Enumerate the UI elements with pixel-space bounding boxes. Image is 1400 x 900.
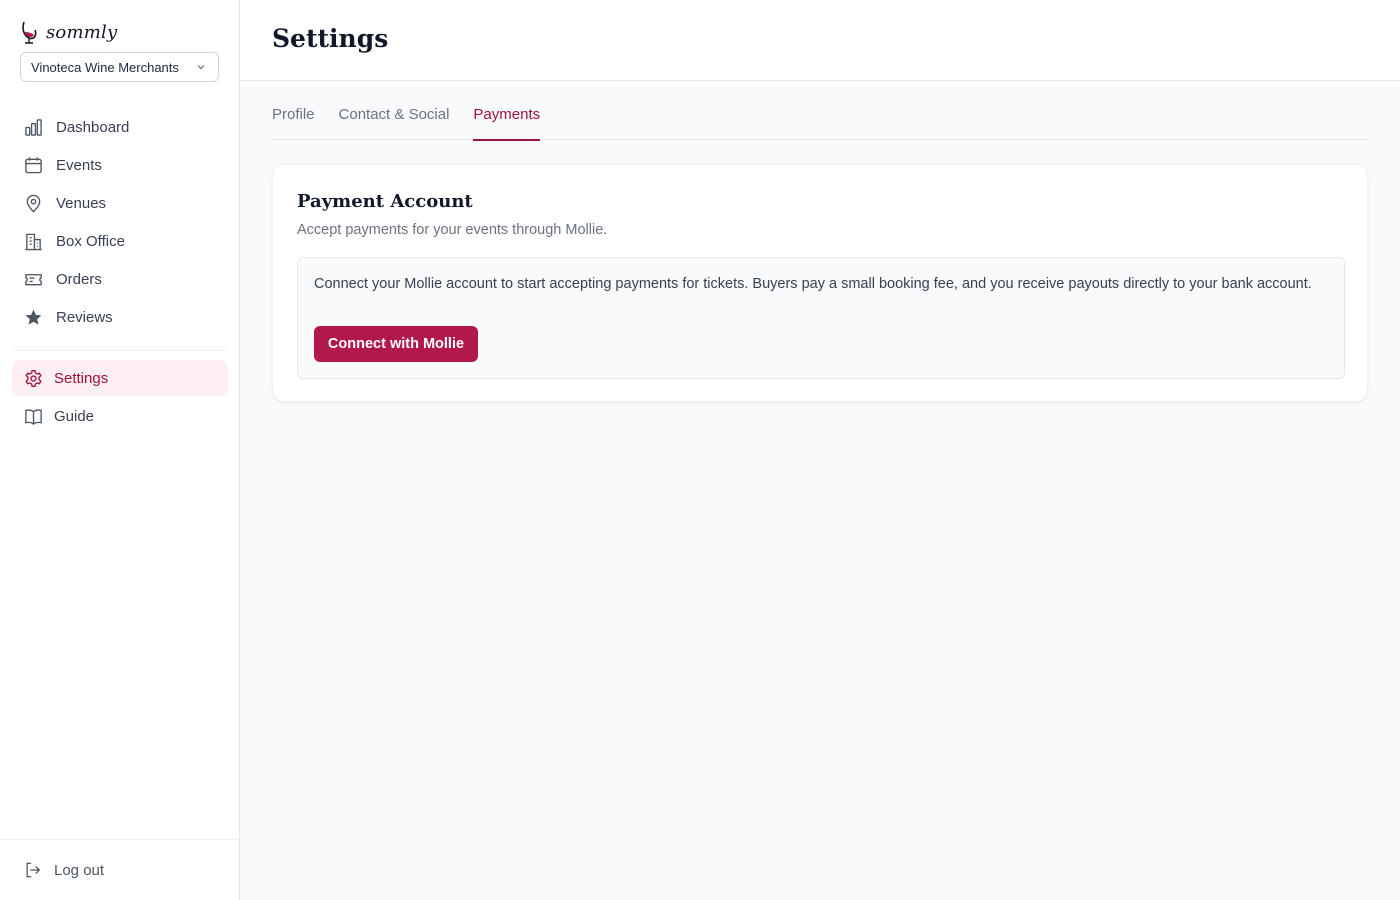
log-out-icon <box>26 862 41 878</box>
sidebar-item-box-office[interactable]: Box Office <box>12 223 228 259</box>
mollie-connect-panel: Connect your Mollie account to start acc… <box>297 257 1345 379</box>
building-icon <box>25 233 42 250</box>
sidebar-item-label: Events <box>56 156 102 174</box>
connect-mollie-button[interactable]: Connect with Mollie <box>314 326 478 362</box>
sidebar-item-label: Orders <box>56 270 102 288</box>
payment-account-card: Payment Account Accept payments for your… <box>272 164 1368 402</box>
card-title: Payment Account <box>297 191 473 212</box>
sidebar-item-venues[interactable]: Venues <box>12 185 228 221</box>
organization-select[interactable]: Vinoteca Wine Merchants <box>20 52 219 82</box>
tab-profile[interactable]: Profile <box>272 100 315 140</box>
calendar-icon <box>25 156 42 173</box>
sidebar-item-label: Box Office <box>56 232 125 250</box>
sidebar-item-label: Dashboard <box>56 118 130 136</box>
brand-name: sommly <box>46 21 118 43</box>
card-subtitle: Accept payments for your events through … <box>297 222 608 238</box>
tab-payments[interactable]: Payments <box>473 100 540 141</box>
sidebar-item-events[interactable]: Events <box>12 147 228 183</box>
sidebar-item-reviews[interactable]: Reviews <box>12 299 228 335</box>
sidebar-nav: Dashboard Events Venues Box Office Order… <box>12 109 228 436</box>
organization-select-value: Vinoteca Wine Merchants <box>31 59 179 75</box>
ticket-icon <box>25 273 42 285</box>
mollie-connect-description: Connect your Mollie account to start acc… <box>314 276 1312 292</box>
sidebar-item-settings[interactable]: Settings <box>12 360 228 396</box>
page-title: Settings <box>272 24 389 53</box>
sidebar-item-guide[interactable]: Guide <box>12 398 228 434</box>
sidebar-item-label: Settings <box>54 369 109 387</box>
sidebar-item-label: Reviews <box>56 308 113 326</box>
logout-button[interactable]: Log out <box>0 839 239 900</box>
sidebar-item-dashboard[interactable]: Dashboard <box>12 109 228 145</box>
page-header: Settings <box>240 0 1400 81</box>
book-icon <box>25 408 42 425</box>
chevron-down-icon <box>197 65 205 70</box>
gear-icon <box>25 369 42 387</box>
sidebar-item-label: Venues <box>56 194 107 212</box>
sidebar-divider <box>12 337 228 351</box>
sidebar-item-label: Guide <box>54 407 95 425</box>
brand-logo[interactable]: sommly <box>20 18 117 46</box>
bar-chart-icon <box>25 118 42 136</box>
map-pin-icon <box>26 194 41 212</box>
star-icon <box>25 309 42 325</box>
wine-glass-logo-icon <box>22 21 37 44</box>
settings-tabs: Profile Contact & Social Payments <box>272 100 1368 141</box>
sidebar-item-orders[interactable]: Orders <box>12 261 228 297</box>
sidebar: sommly Vinoteca Wine Merchants Dashboard… <box>0 0 240 900</box>
tab-contact-social[interactable]: Contact & Social <box>339 100 450 140</box>
logout-label: Log out <box>54 861 105 879</box>
